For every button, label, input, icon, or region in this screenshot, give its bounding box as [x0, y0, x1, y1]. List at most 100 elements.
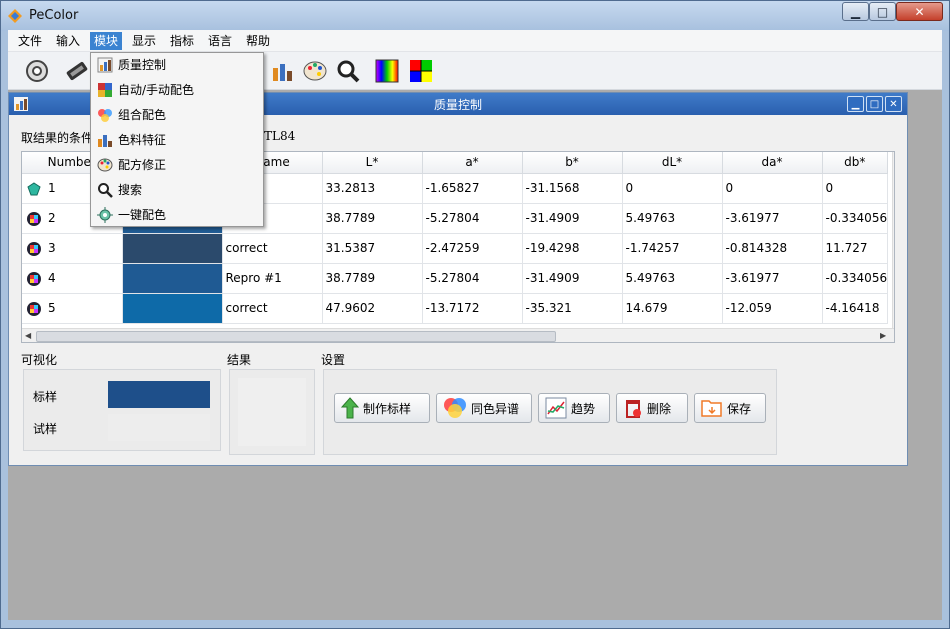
palette-icon[interactable]: [302, 58, 328, 84]
db-cell: -0.334056: [822, 203, 889, 234]
column-header[interactable]: db*: [822, 152, 889, 174]
column-header[interactable]: da*: [722, 152, 823, 174]
trial-swatch: [108, 414, 210, 441]
spectrophotometer-icon[interactable]: [64, 58, 90, 84]
close-button[interactable]: ✕: [896, 2, 943, 21]
maximize-button[interactable]: □: [869, 2, 896, 21]
menu-item-search[interactable]: 搜索: [93, 178, 261, 202]
da-cell: -3.61977: [722, 203, 823, 234]
app-logo-icon: [8, 9, 22, 23]
menu-item-colorant-characterization[interactable]: 色料特征: [93, 128, 261, 152]
menu-item-auto-manual-match[interactable]: 自动/手动配色: [93, 78, 261, 102]
db-cell: -0.334056: [822, 263, 889, 294]
sample-icon: [27, 271, 41, 286]
menu-item-label: 自动/手动配色: [118, 83, 195, 97]
condition-label: 取结果的条件: [21, 131, 94, 145]
menu-item-one-click-match[interactable]: 一键配色: [93, 203, 261, 227]
column-header[interactable]: L*: [322, 152, 423, 174]
l-cell: 33.2813: [322, 173, 423, 204]
save-button[interactable]: 保存: [694, 393, 766, 423]
menu-help[interactable]: 帮助: [242, 32, 274, 50]
visualize-group: 标样 试样: [23, 369, 221, 451]
delete-button[interactable]: 删除: [616, 393, 688, 423]
save-folder-icon: [701, 400, 722, 417]
menu-item-recipe-correction[interactable]: 配方修正: [93, 153, 261, 177]
number-cell: 3: [22, 233, 123, 264]
save-label: 保存: [727, 401, 752, 416]
menu-item-combination-match[interactable]: 组合配色: [93, 103, 261, 127]
metamerism-button[interactable]: 同色异谱: [436, 393, 532, 423]
row-number: 5: [48, 301, 56, 315]
color-swatch: [122, 263, 221, 292]
menu-item-label: 组合配色: [118, 108, 167, 122]
horizontal-scroll-thumb[interactable]: [36, 331, 556, 342]
name-cell: correct: [222, 233, 323, 264]
dl-cell: 5.49763: [622, 263, 723, 294]
color-swatch-cell: [122, 233, 223, 264]
db-cell: -4.16418: [822, 293, 889, 324]
quality-control-icon: [97, 57, 113, 73]
standard-icon: [27, 181, 41, 195]
scroll-right-icon[interactable]: ▶: [880, 331, 886, 340]
palette-icon: [97, 158, 113, 172]
table-row[interactable]: 3 correct 31.5387 -2.47259 -19.4298 -1.74257-…: [22, 233, 889, 264]
combination-color-icon: [98, 109, 112, 122]
illuminant-value[interactable]: TL84: [264, 129, 295, 143]
colorant-characterization-icon[interactable]: [270, 58, 296, 84]
menu-input[interactable]: 输入: [52, 32, 84, 50]
color-swatch: [122, 233, 221, 262]
trend-chart-icon: [545, 397, 567, 419]
db-cell: 0: [822, 173, 889, 204]
column-header[interactable]: dL*: [622, 152, 723, 174]
color-swatch-cell: [122, 293, 223, 324]
menu-view[interactable]: 显示: [128, 32, 160, 50]
search-icon[interactable]: [335, 58, 361, 84]
l-cell: 38.7789: [322, 203, 423, 234]
menu-metrics[interactable]: 指标: [166, 32, 198, 50]
number-cell: 4: [22, 263, 123, 294]
table-row[interactable]: 4 Repro #1 38.7789 -5.27804 -31.4909 5.49763-…: [22, 263, 889, 294]
da-cell: -0.814328: [722, 233, 823, 264]
scroll-left-icon[interactable]: ◀: [25, 331, 31, 340]
child-minimize-button[interactable]: ▁: [847, 96, 864, 112]
delete-icon: [626, 400, 641, 418]
menu-item-label: 质量控制: [118, 58, 167, 72]
minimize-button[interactable]: ▁: [842, 2, 869, 21]
menu-file[interactable]: 文件: [14, 32, 46, 50]
b-cell: -31.1568: [522, 173, 623, 204]
standard-swatch: [108, 381, 210, 408]
table-row[interactable]: 5 correct 47.9602 -13.7172 -35.321 14.679 -12.…: [22, 293, 889, 324]
color-gamut-icon[interactable]: [408, 58, 434, 84]
a-cell: -2.47259: [422, 233, 523, 264]
settings-title: 设置: [321, 353, 346, 367]
search-icon: [98, 183, 113, 198]
da-cell: -12.059: [722, 293, 823, 324]
horizontal-scrollbar[interactable]: ◀ ▶: [22, 328, 894, 342]
module-dropdown-menu: 质量控制 自动/手动配色 组合配色 色料特征 配方修正 搜索 一键配色: [90, 52, 264, 227]
l-cell: 38.7789: [322, 263, 423, 294]
menu-item-label: 一键配色: [118, 208, 167, 222]
menu-item-label: 配方修正: [118, 158, 167, 172]
child-close-button[interactable]: ✕: [885, 96, 902, 112]
column-header[interactable]: b*: [522, 152, 623, 174]
result-group: [229, 369, 315, 455]
app-title: PeColor: [29, 8, 79, 23]
a-cell: -13.7172: [422, 293, 523, 324]
b-cell: -31.4909: [522, 203, 623, 234]
column-header[interactable]: a*: [422, 152, 523, 174]
row-number: 4: [48, 271, 56, 285]
make-standard-button[interactable]: 制作标样: [334, 393, 430, 423]
metamerism-icon: [444, 398, 466, 418]
menu-module[interactable]: 模块: [90, 32, 123, 50]
trend-button[interactable]: 趋势: [538, 393, 610, 423]
menu-item-quality-control[interactable]: 质量控制: [93, 53, 261, 77]
settings-gear-icon[interactable]: [24, 58, 50, 84]
spectrum-icon[interactable]: [374, 58, 400, 84]
result-title: 结果: [227, 353, 252, 367]
trend-label: 趋势: [571, 401, 596, 416]
number-cell: 5: [22, 293, 123, 324]
child-maximize-button[interactable]: □: [866, 96, 883, 112]
vertical-scrollbar[interactable]: ▲ ▼: [892, 152, 894, 328]
sample-icon: [27, 241, 41, 256]
menu-language[interactable]: 语言: [204, 32, 236, 50]
